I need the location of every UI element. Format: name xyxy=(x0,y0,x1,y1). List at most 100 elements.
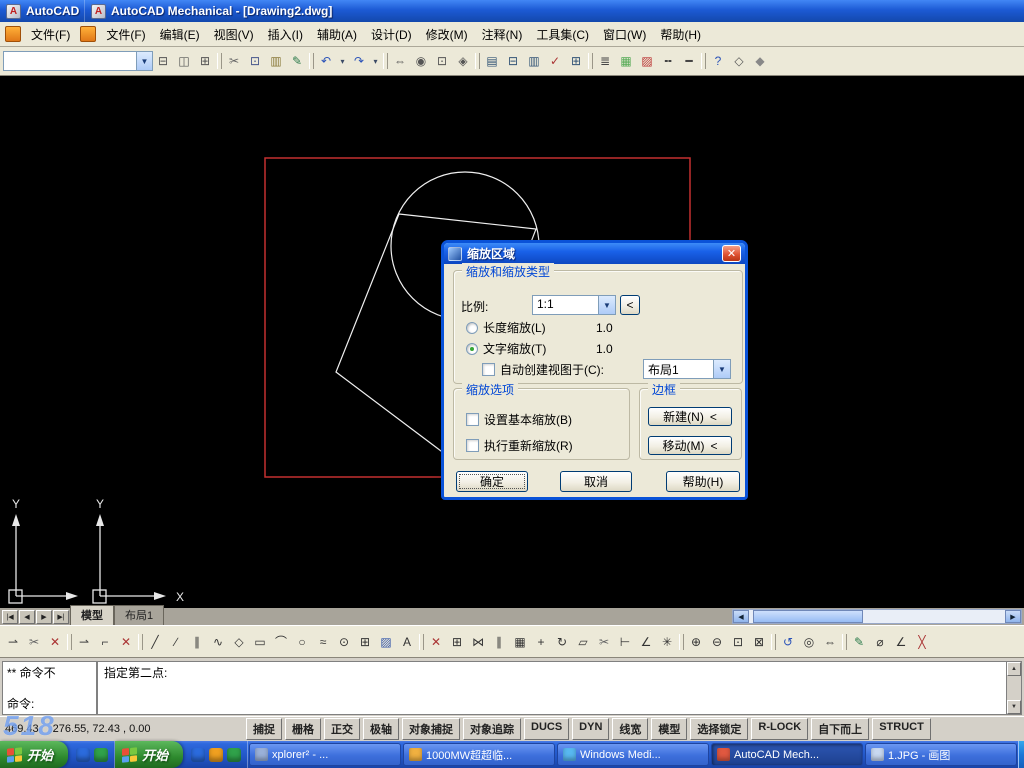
scale-combo[interactable]: 1:1 ▼ xyxy=(532,295,616,315)
undo-view-icon[interactable]: ↺ xyxy=(778,632,798,652)
trim-mini-icon[interactable]: ✂ xyxy=(24,632,44,652)
scroll-right-icon[interactable]: ▶ xyxy=(1005,610,1021,623)
scale-pick-button[interactable]: < xyxy=(620,295,640,315)
command-history-secondary[interactable]: ** 命令不 命令: xyxy=(3,662,98,714)
toolbar-grip[interactable] xyxy=(216,51,223,71)
toolbar-grip[interactable] xyxy=(418,632,425,652)
status-toggle-button[interactable]: 栅格 xyxy=(285,718,321,740)
status-toggle-button[interactable]: 选择锁定 xyxy=(690,718,749,740)
help-button[interactable]: 帮助(H) xyxy=(666,471,740,492)
dbconnect-icon[interactable]: ⊟ xyxy=(503,51,523,71)
color-icon[interactable]: ▨ xyxy=(637,51,657,71)
line-icon[interactable]: ╱ xyxy=(145,632,165,652)
copy-icon[interactable]: ⊡ xyxy=(245,51,265,71)
standards-icon[interactable]: ◆ xyxy=(750,51,770,71)
zoom-realtime-icon[interactable]: ◉ xyxy=(411,51,431,71)
linetype-icon[interactable]: ╍ xyxy=(658,51,678,71)
status-toggle-button[interactable]: 对象捕捉 xyxy=(402,718,460,740)
zoom-out-icon[interactable]: ⊖ xyxy=(707,632,727,652)
explode-icon[interactable]: ✳ xyxy=(657,632,677,652)
taskbar-item[interactable]: AutoCAD Mech... xyxy=(711,743,864,766)
redo-drop-icon[interactable]: ▾ xyxy=(370,51,381,71)
start-button[interactable]: 开始 xyxy=(115,741,184,768)
dialog-title-bar[interactable]: 缩放区域 ✕ xyxy=(444,243,745,264)
match-properties-icon[interactable]: ✎ xyxy=(287,51,307,71)
help-icon[interactable]: ? xyxy=(708,51,728,71)
toolbar-grip[interactable] xyxy=(770,632,777,652)
erase-icon[interactable]: ✕ xyxy=(426,632,446,652)
tab-nav-button[interactable]: ◀ xyxy=(19,610,35,624)
tab-nav-button[interactable]: |◀ xyxy=(2,610,18,624)
markup-icon[interactable]: ✓ xyxy=(545,51,565,71)
angle-icon[interactable]: ∠ xyxy=(891,632,911,652)
text-icon[interactable]: A xyxy=(397,632,417,652)
drawing-doc-icon[interactable] xyxy=(5,26,21,42)
status-toggle-button[interactable]: 模型 xyxy=(651,718,688,740)
layout-combo[interactable]: 布局1 ▼ xyxy=(643,359,731,379)
status-toggle-button[interactable]: 线宽 xyxy=(612,718,649,740)
menu-item[interactable]: 注释(N) xyxy=(475,22,530,47)
erase-mini-icon[interactable]: ✕ xyxy=(45,632,65,652)
toolbar-grip[interactable] xyxy=(382,51,389,71)
snap-from-icon[interactable]: ⇀ xyxy=(3,632,23,652)
quickcalc-icon[interactable]: ⊞ xyxy=(566,51,586,71)
rescale-checkbox[interactable]: 执行重新缩放(R) xyxy=(466,437,573,454)
menu-item[interactable]: 文件(F) xyxy=(99,22,152,47)
quick-launch-ie-icon[interactable] xyxy=(191,747,206,762)
polyline-icon[interactable]: ∿ xyxy=(208,632,228,652)
length-scale-radio[interactable]: 长度缩放(L) xyxy=(466,319,546,336)
spline-icon[interactable]: ≈ xyxy=(313,632,333,652)
status-toggle-button[interactable]: DUCS xyxy=(524,718,570,740)
styles-icon[interactable]: ◇ xyxy=(729,51,749,71)
new-border-button[interactable]: 新建(N) < xyxy=(648,407,732,426)
layout-tab[interactable]: 布局1 xyxy=(114,605,165,625)
layer-states-icon[interactable]: ▦ xyxy=(616,51,636,71)
scroll-down-icon[interactable]: ▼ xyxy=(1007,700,1021,714)
extend-icon[interactable]: ⊢ xyxy=(615,632,635,652)
corner-icon[interactable]: ⌐ xyxy=(95,632,115,652)
zoom-in-icon[interactable]: ⊕ xyxy=(686,632,706,652)
zoom-window2-icon[interactable]: ⊡ xyxy=(728,632,748,652)
taskbar-item[interactable]: 1000MW超超临... xyxy=(403,743,556,766)
menu-item[interactable]: 视图(V) xyxy=(207,22,261,47)
status-toggle-button[interactable]: DYN xyxy=(572,718,610,740)
orbit-icon[interactable]: ◎ xyxy=(799,632,819,652)
hatch-icon[interactable]: ▨ xyxy=(376,632,396,652)
chevron-down-icon[interactable]: ▼ xyxy=(713,360,730,378)
menu-item[interactable]: 设计(D) xyxy=(364,22,419,47)
circle-icon[interactable]: ○ xyxy=(292,632,312,652)
drawing-doc-icon[interactable] xyxy=(80,26,97,42)
menu-item[interactable]: 编辑(E) xyxy=(153,22,207,47)
taskbar-item[interactable]: xplorer² - ... xyxy=(249,743,402,766)
menu-item[interactable]: 工具集(C) xyxy=(529,22,596,47)
pan-icon[interactable]: ⇔ xyxy=(390,51,410,71)
move-icon[interactable]: + xyxy=(531,632,551,652)
toolbar-grip[interactable] xyxy=(66,632,73,652)
copy-object-icon[interactable]: ⊞ xyxy=(447,632,467,652)
arc-icon[interactable]: ⌒ xyxy=(271,632,291,652)
command-scrollbar[interactable]: ▲ ▼ xyxy=(1006,662,1021,714)
rotate-icon[interactable]: ↻ xyxy=(552,632,572,652)
sketch-icon[interactable]: ✎ xyxy=(849,632,869,652)
ok-button[interactable]: 确定 xyxy=(456,471,528,492)
toolbar-grip[interactable] xyxy=(308,51,315,71)
status-toggle-button[interactable]: 极轴 xyxy=(363,718,399,740)
offset-icon[interactable]: ∥ xyxy=(489,632,509,652)
redo-icon[interactable]: ↷ xyxy=(349,51,369,71)
scrollbar-thumb[interactable] xyxy=(753,610,863,623)
menu-item[interactable]: 插入(I) xyxy=(261,22,310,47)
erase-mini-icon[interactable]: ✕ xyxy=(116,632,136,652)
menu-item[interactable]: 文件(F) xyxy=(24,22,77,47)
chevron-down-icon[interactable]: ▼ xyxy=(598,296,615,314)
diameter-icon[interactable]: ⌀ xyxy=(870,632,890,652)
auto-create-view-checkbox[interactable]: 自动创建视图于(C): xyxy=(482,361,604,378)
text-scale-radio[interactable]: 文字缩放(T) xyxy=(466,340,546,357)
scroll-up-icon[interactable]: ▲ xyxy=(1007,662,1021,676)
plot-preview-icon[interactable]: ◫ xyxy=(174,51,194,71)
taskbar-item[interactable]: 1.JPG - 画图 xyxy=(865,743,1018,766)
status-toggle-button[interactable]: 捕捉 xyxy=(246,718,282,740)
tab-nav-button[interactable]: ▶| xyxy=(53,610,69,624)
toolbar-grip[interactable] xyxy=(678,632,685,652)
layers-icon[interactable]: ≣ xyxy=(595,51,615,71)
status-toggle-button[interactable]: 正交 xyxy=(324,718,360,740)
